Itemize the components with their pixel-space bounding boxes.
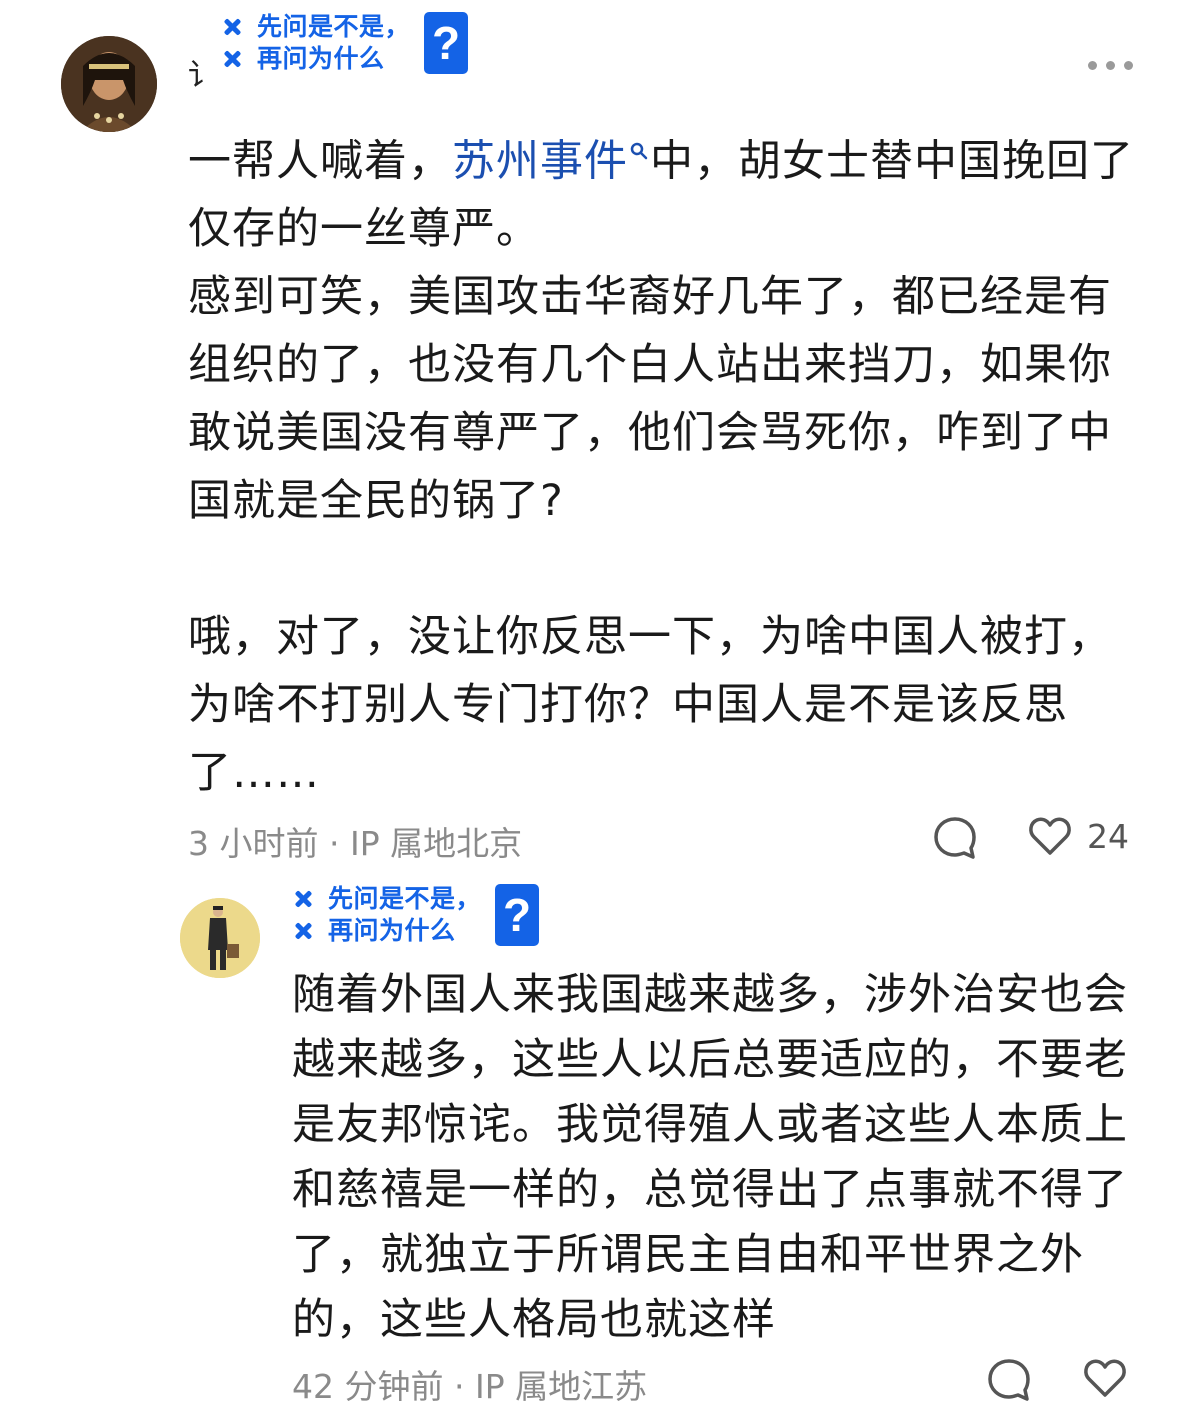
like-button[interactable]: 24	[1027, 813, 1129, 859]
ip-location: IP 属地江苏	[474, 1367, 648, 1406]
heart-icon	[1029, 817, 1071, 855]
heart-icon	[1084, 1359, 1126, 1397]
comment-body: 一帮人喊着，苏州事件 中，胡女士替中国挽回了仅存的一丝尊严。 感到可笑，美国攻击华…	[188, 112, 1138, 807]
comment-paragraph: 感到可笑，美国攻击华裔好几年了，都已经是有组织的了，也没有几个白人站出来挡刀，如…	[188, 272, 1112, 527]
question-mark-glyph: ?	[431, 17, 461, 69]
avatar[interactable]	[61, 36, 157, 132]
comment-bubble-icon	[934, 817, 976, 859]
close-x-icon	[221, 16, 243, 38]
comment-paragraph: 哦，对了，没让你反思一下，为啥中国人被打，为啥不打别人专门打你？中国人是不是该反…	[188, 612, 1112, 799]
like-count: 24	[1087, 816, 1129, 856]
more-options-icon[interactable]	[1088, 61, 1133, 70]
topic-link[interactable]: 苏州事件	[452, 136, 628, 186]
comment-meta: 42 分钟前 · IP 属地江苏	[292, 1360, 647, 1408]
avatar-image	[61, 36, 157, 132]
timestamp: 3 小时前	[188, 824, 319, 863]
text-segment: 一帮人喊着，	[188, 136, 452, 187]
like-button[interactable]	[1082, 1355, 1128, 1401]
comment-paragraph: 随着外国人来我国越来越多，涉外治安也会越来越多，这些人以后总要适应的，不要老是友…	[292, 970, 1128, 1345]
reply-button[interactable]	[931, 814, 979, 862]
medal-badge[interactable]: 先问是不是， 再问为什么 ?	[221, 11, 469, 75]
close-x-icon	[292, 920, 314, 942]
comment-meta: 3 小时前 · IP 属地北京	[188, 817, 522, 865]
badge-line1: 先问是不是，	[328, 884, 482, 913]
avatar[interactable]	[180, 898, 260, 978]
separator-dot: ·	[329, 824, 350, 863]
medal-badge[interactable]: 先问是不是， 再问为什么 ?	[292, 883, 540, 947]
badge-line1: 先问是不是，	[257, 12, 411, 41]
avatar-image	[180, 898, 260, 978]
comment-body: 随着外国人来我国越来越多，涉外治安也会越来越多，这些人以后总要适应的，不要老是友…	[292, 963, 1138, 1353]
badge-line2: 再问为什么	[257, 44, 385, 73]
badge-line2: 再问为什么	[328, 916, 456, 945]
reply-button[interactable]	[985, 1356, 1033, 1404]
close-x-icon	[221, 48, 243, 70]
question-mark-icon: ?	[495, 884, 540, 946]
comment-paragraph: 一帮人喊着，苏州事件 中，胡女士替中国挽回了仅存的一丝尊严。	[188, 112, 1138, 263]
question-mark-icon: ?	[424, 12, 469, 74]
separator-dot: ·	[453, 1367, 475, 1406]
timestamp: 42 分钟前	[292, 1367, 444, 1406]
username-fragment[interactable]: 讠	[188, 50, 218, 94]
ip-location: IP 属地北京	[349, 824, 523, 863]
comment-bubble-icon	[988, 1359, 1030, 1401]
close-x-icon	[292, 888, 314, 910]
search-icon	[630, 112, 648, 160]
question-mark-glyph: ?	[502, 889, 532, 941]
